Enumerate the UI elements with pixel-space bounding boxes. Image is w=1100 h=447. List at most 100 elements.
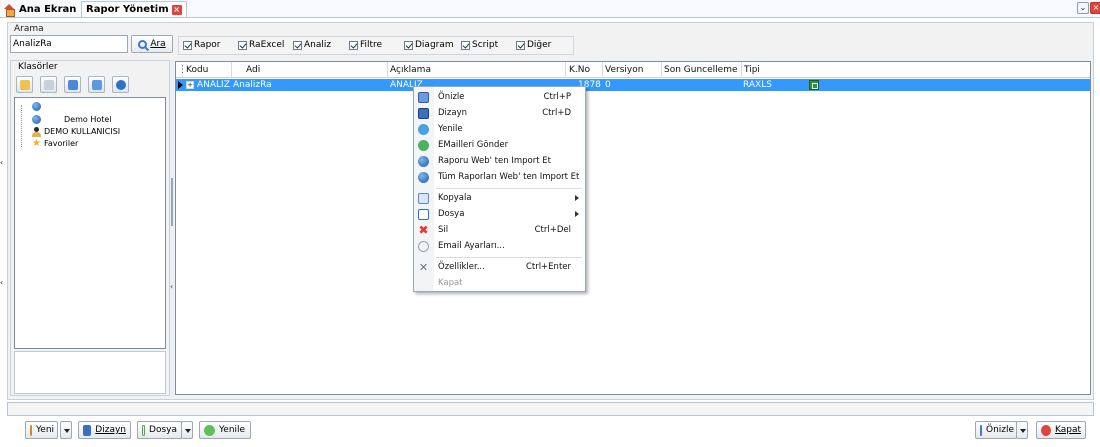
splitter[interactable]: ‹ [170,60,174,396]
menu-item-dosya[interactable]: Dosya [414,207,585,222]
email-settings-icon [418,241,429,252]
column-separator[interactable] [387,62,388,78]
tree-icon[interactable] [88,76,105,93]
checkbox[interactable] [404,40,413,50]
search-input[interactable] [10,35,128,53]
folder-toolbar [16,76,129,93]
file-icon [142,424,146,436]
cell-adi: AnalizRa [233,80,272,90]
new-button[interactable]: Yeni [25,421,58,439]
remove-folder-icon[interactable] [40,76,57,93]
chevron-left-icon[interactable]: ‹ [170,282,173,291]
checkbox[interactable] [516,40,525,50]
checkbox[interactable] [293,40,302,50]
tab-label: Ana Ekran [19,3,77,15]
preview-dropdown-arrow[interactable] [1016,421,1028,439]
filter-raexcel[interactable]: RaExcel [238,40,284,50]
menu-item-dizayn[interactable]: Dizayn Ctrl+D [414,106,585,121]
tree-item[interactable]: ★ Favoriler [32,138,78,149]
column-separator[interactable] [661,62,662,78]
refresh-icon [418,124,429,135]
filter-analiz[interactable]: Analiz [293,40,331,50]
filter-label: Rapor [194,40,221,50]
filter-label: Diğer [527,40,552,50]
menu-item-ozellikler[interactable]: ✕ Özellikler... Ctrl+Enter [414,260,585,275]
column-header-adi[interactable]: Adi [246,65,260,75]
folder-tree[interactable]: Demo Hotel DEMO KULLANICISI ★ Favoriler [14,97,166,349]
column-separator[interactable] [565,62,566,78]
file-dropdown-arrow[interactable] [181,421,193,439]
menu-item-email-ayarlari[interactable]: Email Ayarları... [414,239,585,254]
search-icon [138,39,148,49]
menu-item-web-import[interactable]: Raporu Web' ten Import Et [414,154,585,169]
menu-item-onizle[interactable]: Önizle Ctrl+P [414,90,585,105]
search-button[interactable]: Ara [131,35,173,53]
chevron-down-icon[interactable]: ⌄ [1077,2,1089,14]
checkbox[interactable] [238,40,247,50]
close-icon[interactable]: × [1090,2,1100,14]
menu-separator [436,257,582,258]
column-header-son-guncelleme[interactable]: Son Guncelleme [664,65,738,75]
chevron-left-icon[interactable]: ‹ [0,158,3,167]
filter-diagram[interactable]: Diagram [404,40,454,50]
filter-script[interactable]: Script [461,40,498,50]
tree-item[interactable]: DEMO KULLANICISI [32,126,120,137]
tree-root[interactable] [32,101,44,112]
delete-icon: ✖ [418,223,429,237]
submenu-arrow-icon [575,211,579,217]
menu-item-label: Özellikler... [438,262,485,272]
folder-info-box [14,351,166,394]
preview-button[interactable]: Önizle [975,421,1017,439]
menu-item-web-import-all[interactable]: Tüm Raporları Web' ten Import Et [414,170,585,185]
tab-rapor-yonetim[interactable]: Rapor Yönetim × [81,1,187,17]
globe-icon[interactable] [112,76,129,93]
expand-icon[interactable]: + [186,81,194,89]
checkbox[interactable] [349,40,358,50]
globe-icon [32,102,41,111]
tree-connector [21,105,22,147]
cell-kodu: ANALIZ [197,80,230,90]
filter-filtre[interactable]: Filtre [349,40,382,50]
chevron-left-icon[interactable]: ‹ [0,278,3,287]
menu-item-yenile[interactable]: Yenile [414,122,585,137]
table-row[interactable]: + ANALIZ AnalizRa ANALIZ 1878 0 RAXLS [176,79,1090,91]
column-separator[interactable] [602,62,603,78]
copy-icon [418,193,429,204]
column-separator[interactable] [741,62,742,78]
menu-item-emailleri-gonder[interactable]: EMailleri Gönder [414,138,585,153]
splitter-grip[interactable] [171,178,173,226]
refresh-button[interactable]: Yenile [199,421,251,439]
column-header-versiyon[interactable]: Versiyon [605,65,643,75]
menu-item-kopyala[interactable]: Kopyala [414,191,585,206]
file-icon [418,209,429,220]
tree-item[interactable]: Demo Hotel [32,114,112,125]
refresh-button-label: Yenile [219,425,246,435]
reports-grid[interactable]: ⋮ Kodu Adi Açıklama K.No Versiyon Son Gu… [175,61,1091,395]
edit-folder-icon[interactable] [64,76,81,93]
filter-diger[interactable]: Diğer [516,40,551,50]
tab-close-icon[interactable]: × [171,4,182,15]
file-button-label: Dosya [149,425,177,435]
checkbox[interactable] [183,40,192,50]
new-dropdown-arrow[interactable] [60,421,72,439]
column-separator[interactable] [231,62,232,78]
menu-item-sil[interactable]: ✖ Sil Ctrl+Del [414,223,585,238]
search-group-label: Arama [14,24,44,34]
home-icon [4,3,15,17]
filter-rapor[interactable]: Rapor [183,40,221,50]
column-header-aciklama[interactable]: Açıklama [390,65,431,75]
column-header-tipi[interactable]: Tipi [744,65,760,75]
add-folder-icon[interactable] [16,76,33,93]
menu-item-label: Email Ayarları... [438,241,505,251]
globe-icon [32,115,41,124]
tab-ana-ekran[interactable]: Ana Ekran [4,1,76,17]
column-header-kno[interactable]: K.No [569,65,590,75]
close-button[interactable]: Kapat [1036,421,1086,439]
design-button[interactable]: Dizayn [78,421,131,439]
menu-item-shortcut: Ctrl+P [543,92,571,102]
menu-item-label: Dizayn [438,108,467,118]
menu-item-shortcut: Ctrl+Del [534,225,571,235]
checkbox[interactable] [461,40,470,50]
file-button[interactable]: Dosya [137,421,182,439]
column-header-kodu[interactable]: Kodu [186,65,208,75]
